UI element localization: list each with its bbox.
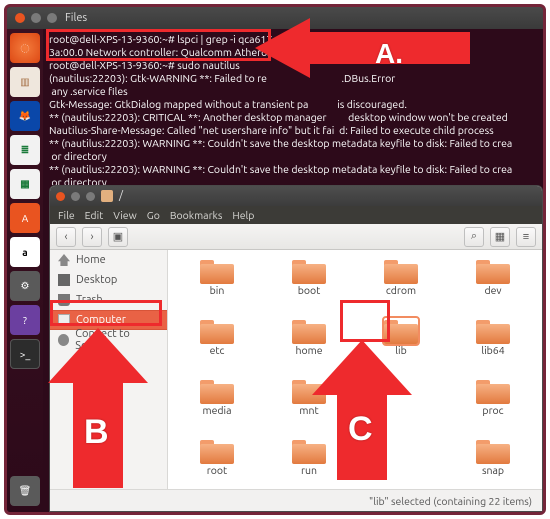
folder-lib64[interactable]: lib64 [448,318,538,374]
sidebar-item-trash[interactable]: Trash [50,290,167,310]
firefox-icon[interactable]: 🦊 [10,101,40,131]
libreoffice-icon[interactable]: ≣ [10,135,40,165]
folder-dev[interactable]: dev [448,258,538,314]
terminal-icon[interactable]: >_ [10,339,40,369]
list-view-button[interactable]: ≡ [516,227,536,247]
folder-icon [200,438,234,464]
folder-cdrom[interactable]: cdrom [356,258,446,314]
folder-icon [384,258,418,284]
window-title: Files [65,12,87,24]
nautilus-titlebar: / [50,186,542,206]
item-label: bin [210,284,225,296]
folder-icon [292,258,326,284]
back-button[interactable]: ‹ [56,227,76,247]
files-icon[interactable]: ▥ [10,67,40,97]
terminal-line: or directory [49,150,537,163]
grid-view-button[interactable]: ▦ [490,227,510,247]
nautilus-menubar: File Edit View Go Bookmarks Help [50,206,542,224]
folder-etc[interactable]: etc [172,318,262,374]
nautilus-maximize-button[interactable] [86,192,95,201]
annotation-arrow-a: A. [255,18,475,113]
item-label: media [203,404,232,416]
sidebar-item-home[interactable]: Home [50,250,167,270]
folder-icon [101,190,113,202]
folder-icon [476,438,510,464]
menu-item-view[interactable]: View [113,209,137,221]
item-label: lib64 [481,344,504,356]
menu-item-help[interactable]: Help [232,209,254,221]
menu-item-edit[interactable]: Edit [85,209,104,221]
terminal-line: Nautilus-Share-Message: Called "net user… [49,124,537,137]
menu-item-bookmarks[interactable]: Bookmarks [170,209,223,221]
item-label: cdrom [386,284,416,296]
item-label: etc [210,344,225,356]
nautilus-minimize-button[interactable] [71,192,80,201]
annotation-label-c: C [348,410,373,449]
nautilus-close-button[interactable] [56,192,65,201]
folder-icon [200,378,234,404]
window-maximize-button[interactable] [47,13,57,23]
annotation-label-b: B [84,413,109,452]
dash-icon[interactable]: ◌ [10,33,40,63]
sidebar-item-desktop[interactable]: Desktop [50,270,167,290]
window-minimize-button[interactable] [31,13,41,23]
item-label: dev [484,284,501,296]
search-button[interactable]: ⌕ [464,227,484,247]
settings-icon[interactable]: ⚙ [10,271,40,301]
item-label: root [207,464,227,476]
folder-bin[interactable]: bin [172,258,262,314]
item-label: proc [482,404,503,416]
unity-launcher: ◌ ▥ 🦊 ≣ ▦ A a ⚙ ? >_ 🗑 [7,29,43,512]
amazon-icon[interactable]: a [10,237,40,267]
folder-icon [476,318,510,344]
folder-root[interactable]: root [172,438,262,489]
folder-icon [200,318,234,344]
status-text: "lib" selected (containing 22 items) [369,495,532,507]
item-label: snap [482,464,504,476]
item-label: boot [298,284,321,296]
nautilus-toolbar: ‹ › ▣ ⌕ ▦ ≡ [50,224,542,250]
nautilus-path: / [119,190,123,202]
annotation-arrow-b: B [48,328,148,488]
folder-icon [476,378,510,404]
software-center-icon[interactable]: A [10,203,40,233]
window-close-button[interactable] [15,13,25,23]
folder-icon [200,258,234,284]
annotation-arrow-c: C [312,340,412,480]
folder-icon [476,258,510,284]
folder-media[interactable]: media [172,378,262,434]
menu-item-file[interactable]: File [58,209,75,221]
computer-button[interactable]: ▣ [108,227,128,247]
libreoffice-calc-icon[interactable]: ▦ [10,169,40,199]
forward-button[interactable]: › [82,227,102,247]
folder-boot[interactable]: boot [264,258,354,314]
menu-item-go[interactable]: Go [147,209,160,221]
nautilus-statusbar: "lib" selected (containing 22 items) [50,489,542,511]
trash-icon[interactable]: 🗑 [10,476,40,506]
help-icon[interactable]: ? [10,305,40,335]
terminal-line: ** (nautilus:22203): WARNING **: Couldn'… [49,163,537,176]
terminal-line: ** (nautilus:22203): WARNING **: Couldn'… [49,137,537,150]
terminal-line: or directory [49,176,537,185]
sidebar-item-computer[interactable]: Computer [50,310,167,330]
folder-proc[interactable]: proc [448,378,538,434]
folder-snap[interactable]: snap [448,438,538,489]
annotation-label-a: A. [375,38,403,70]
